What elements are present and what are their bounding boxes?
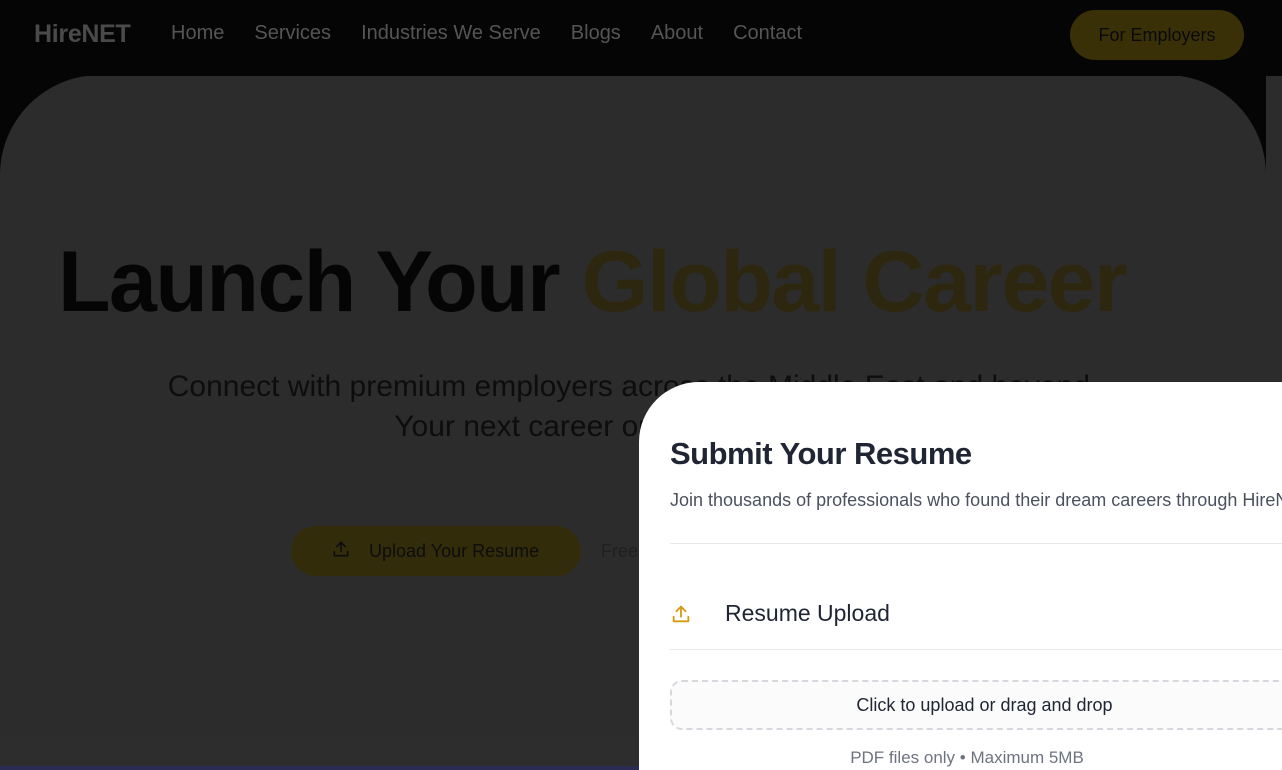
upload-resume-button[interactable]: Upload Your Resume: [291, 526, 581, 576]
upload-icon: [331, 539, 351, 564]
page: HireNET Home Services Industries We Serv…: [0, 0, 1282, 770]
nav-links: Home Services Industries We Serve Blogs …: [171, 22, 802, 45]
for-employers-button[interactable]: For Employers: [1070, 10, 1244, 60]
nav-link-industries[interactable]: Industries We Serve: [361, 22, 541, 45]
hero-title-accent: Global Career: [581, 234, 1128, 330]
resume-dropzone[interactable]: Click to upload or drag and drop: [670, 680, 1282, 730]
resume-upload-label: Resume Upload: [725, 600, 890, 626]
hero-title: Launch Your Global Career: [58, 235, 1258, 330]
dropzone-label: Click to upload or drag and drop: [856, 695, 1113, 715]
dropzone-hint: PDF files only • Maximum 5MB: [850, 748, 1084, 767]
modal-title: Submit Your Resume: [670, 436, 972, 471]
nav-link-about[interactable]: About: [651, 22, 703, 45]
hero-title-main: Launch Your: [58, 234, 561, 330]
resume-modal: Submit Your Resume Join thousands of pro…: [639, 382, 1282, 770]
navbar: HireNET Home Services Industries We Serv…: [0, 0, 1282, 76]
hero-note: Free: [601, 541, 639, 561]
nav-link-services[interactable]: Services: [254, 22, 331, 45]
nav-link-blogs[interactable]: Blogs: [571, 22, 621, 45]
resume-upload-header: Resume Upload: [670, 600, 890, 627]
upload-resume-label: Upload Your Resume: [369, 540, 540, 561]
divider: [670, 649, 1282, 650]
logo[interactable]: HireNET: [34, 20, 131, 49]
upload-icon: [670, 603, 692, 625]
nav-link-contact[interactable]: Contact: [733, 22, 802, 45]
nav-link-home[interactable]: Home: [171, 22, 224, 45]
modal-description: Join thousands of professionals who foun…: [670, 490, 1282, 510]
divider: [670, 543, 1282, 544]
